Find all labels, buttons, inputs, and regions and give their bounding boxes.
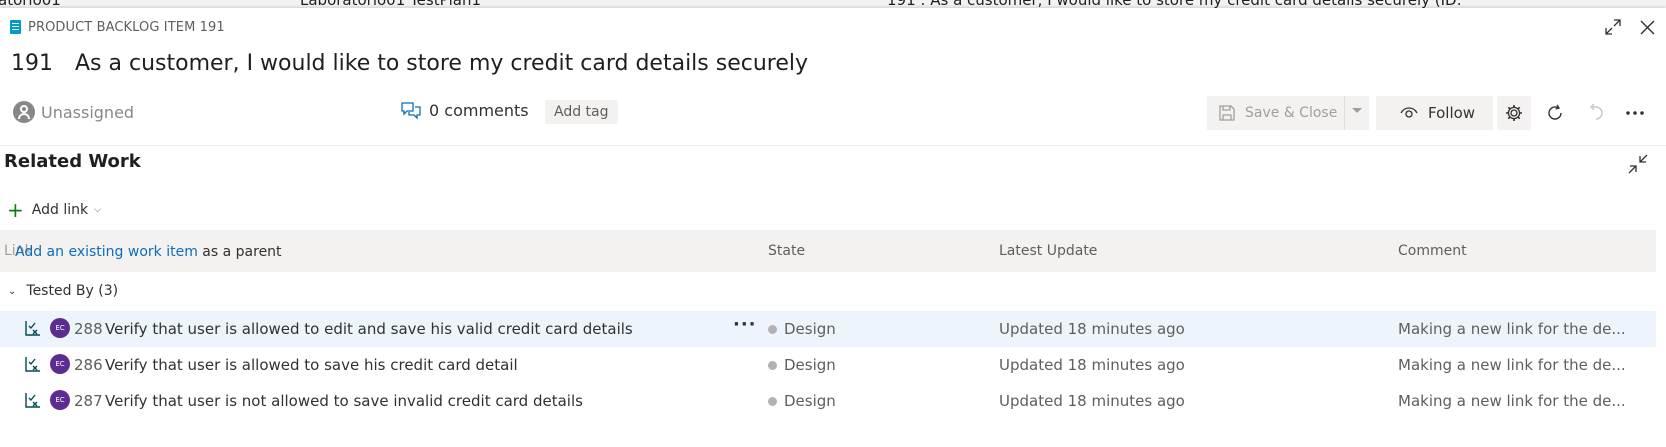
item-comment: Making a new link for the de... — [1398, 356, 1626, 374]
follow-label: Follow — [1428, 104, 1476, 122]
work-item-meta-row: Unassigned 0 comments Add tag Save & Clo… — [0, 95, 1666, 135]
save-options-chevron-icon[interactable] — [1352, 108, 1362, 113]
background-left-text: atorio01 — [0, 0, 61, 8]
background-tab-text: Laboratorio01 TestPlan1 — [300, 0, 481, 8]
item-state-label: Design — [784, 356, 836, 374]
table-row[interactable]: EC 286 Verify that user is allowed to sa… — [0, 347, 1656, 383]
work-item-type-label: PRODUCT BACKLOG ITEM 191 — [28, 19, 225, 35]
item-latest-update: Updated 18 minutes ago — [999, 320, 1185, 338]
add-link-button[interactable]: + Add link ⌵ — [7, 198, 101, 222]
undo-button[interactable] — [1578, 96, 1612, 130]
avatar: EC — [50, 318, 70, 338]
more-actions-button[interactable] — [1618, 96, 1652, 130]
comments-link[interactable]: 0 comments — [401, 101, 529, 120]
group-tested-by[interactable]: ⌄ Tested By (3) — [0, 276, 118, 306]
refresh-icon — [1548, 104, 1562, 120]
column-state[interactable]: State — [768, 243, 805, 259]
chevron-down-icon: ⌵ — [94, 205, 101, 215]
table-row[interactable]: EC 287 Verify that user is not allowed t… — [0, 383, 1656, 419]
item-state: Design — [768, 356, 836, 374]
item-state-label: Design — [784, 392, 836, 410]
avatar: EC — [50, 390, 70, 410]
save-close-label: Save & Close — [1245, 105, 1338, 121]
work-item-title-row: 191 As a customer, I would like to store… — [11, 48, 808, 78]
avatar: EC — [50, 354, 70, 374]
eye-icon — [1400, 107, 1418, 118]
background-right-text: 191 : As a customer, I would like to sto… — [887, 0, 1462, 8]
item-comment: Making a new link for the de... — [1398, 392, 1626, 410]
add-existing-work-item-link[interactable]: Add an existing work item — [15, 244, 198, 260]
work-item-id: 191 — [11, 50, 53, 76]
undo-icon — [1590, 103, 1603, 120]
add-link-label: Add link — [31, 202, 89, 218]
follow-button[interactable]: Follow — [1376, 96, 1493, 130]
item-latest-update: Updated 18 minutes ago — [999, 356, 1185, 374]
header-divider — [0, 145, 1666, 146]
gear-icon — [1506, 105, 1522, 121]
background-page-strip: atorio01 Laboratorio01 TestPlan1 191 : A… — [0, 0, 1666, 8]
close-icon[interactable] — [1636, 16, 1658, 38]
item-id: 286 — [74, 356, 103, 374]
item-latest-update: Updated 18 minutes ago — [999, 392, 1185, 410]
test-case-icon — [25, 392, 41, 412]
item-state: Design — [768, 320, 836, 338]
item-title-link[interactable]: Verify that user is not allowed to save … — [105, 392, 583, 410]
work-item-title[interactable]: As a customer, I would like to store my … — [75, 51, 808, 76]
group-label: Tested By (3) — [26, 283, 119, 299]
add-parent-hint-suffix: as a parent — [202, 244, 282, 260]
state-dot-icon — [768, 360, 777, 370]
work-item-dialog: PRODUCT BACKLOG ITEM 191 191 As a custom… — [0, 8, 1666, 447]
item-title-link[interactable]: Verify that user is allowed to save his … — [105, 356, 518, 374]
expand-icon[interactable] — [1602, 16, 1624, 38]
more-icon — [1626, 111, 1644, 115]
more-icon[interactable]: ··· — [733, 314, 757, 335]
save-icon — [1219, 105, 1235, 121]
save-close-button[interactable]: Save & Close — [1207, 96, 1369, 130]
item-state: Design — [768, 392, 836, 410]
related-work-title: Related Work — [4, 151, 141, 172]
collapse-icon[interactable] — [1628, 154, 1648, 178]
add-tag-button[interactable]: Add tag — [545, 100, 618, 124]
assignee-label: Unassigned — [41, 102, 135, 122]
item-id: 287 — [74, 392, 103, 410]
column-comment[interactable]: Comment — [1398, 243, 1467, 259]
item-comment: Making a new link for the de... — [1398, 320, 1626, 338]
item-id: 288 — [74, 320, 103, 338]
assignee-picker[interactable]: Unassigned — [13, 101, 134, 123]
table-row[interactable]: EC 288 Verify that user is allowed to ed… — [0, 311, 1656, 347]
test-case-icon — [25, 320, 41, 340]
links-grid-header: Link Add an existing work item as a pare… — [0, 230, 1656, 272]
work-item-type-row: PRODUCT BACKLOG ITEM 191 — [10, 18, 225, 36]
refresh-button[interactable] — [1538, 96, 1572, 130]
item-state-label: Design — [784, 320, 836, 338]
chevron-down-icon: ⌄ — [8, 285, 17, 297]
unassigned-avatar-icon — [13, 101, 35, 123]
test-case-icon — [25, 356, 41, 376]
plus-icon: + — [7, 198, 24, 222]
settings-button[interactable] — [1497, 96, 1531, 130]
comments-count: 0 comments — [429, 101, 529, 120]
state-dot-icon — [768, 324, 777, 334]
comments-icon — [401, 101, 421, 120]
add-parent-hint: Add an existing work item as a parent — [15, 244, 282, 260]
column-latest-update[interactable]: Latest Update — [999, 243, 1097, 259]
backlog-item-icon — [10, 20, 21, 34]
state-dot-icon — [768, 396, 777, 406]
item-title-link[interactable]: Verify that user is allowed to edit and … — [105, 320, 633, 338]
